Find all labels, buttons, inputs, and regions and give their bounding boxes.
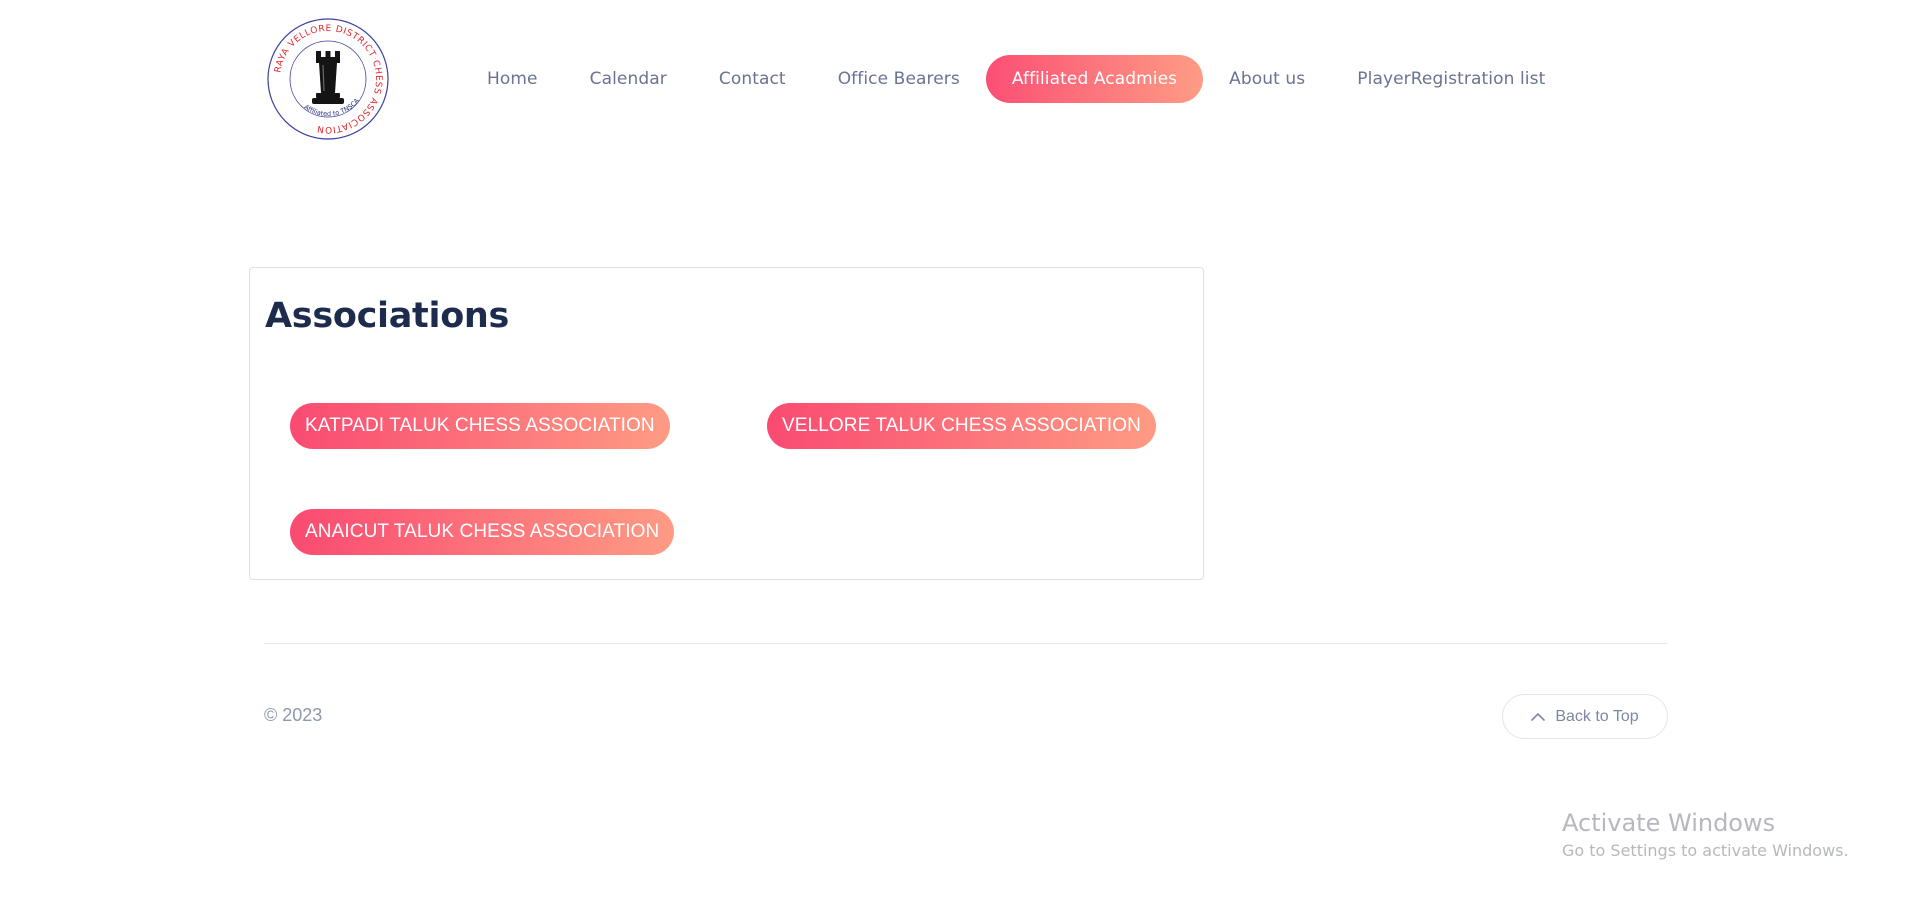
- nav-contact[interactable]: Contact: [693, 55, 812, 103]
- nav-affiliated-academies[interactable]: Affiliated Acadmies: [985, 55, 1204, 103]
- associations-card: Associations KATPADI TALUK CHESS ASSOCIA…: [249, 267, 1204, 580]
- katpadi-association-button[interactable]: KATPADI TALUK CHESS ASSOCIATION: [290, 403, 670, 449]
- nav-home[interactable]: Home: [461, 55, 564, 103]
- watermark-subtitle: Go to Settings to activate Windows.: [1562, 841, 1849, 860]
- nav-calendar[interactable]: Calendar: [564, 55, 693, 103]
- footer-divider: [264, 643, 1668, 644]
- site-logo[interactable]: RAYA VELLORE DISTRICT CHESS ASSOCIATION …: [266, 17, 390, 141]
- nav-player-registration-list[interactable]: PlayerRegistration list: [1331, 55, 1571, 103]
- chevron-up-icon: [1531, 712, 1546, 722]
- anaicut-association-button[interactable]: ANAICUT TALUK CHESS ASSOCIATION: [290, 509, 675, 555]
- nav-office-bearers[interactable]: Office Bearers: [812, 55, 986, 103]
- back-to-top-button[interactable]: Back to Top: [1502, 694, 1668, 739]
- vellore-association-button[interactable]: VELLORE TALUK CHESS ASSOCIATION: [767, 403, 1156, 449]
- windows-activation-watermark: Activate Windows Go to Settings to activ…: [1562, 808, 1849, 862]
- chess-association-seal: RAYA VELLORE DISTRICT CHESS ASSOCIATION …: [267, 18, 389, 140]
- watermark-title: Activate Windows: [1562, 809, 1776, 837]
- back-to-top-label: Back to Top: [1555, 707, 1639, 725]
- page-title: Associations: [265, 296, 510, 336]
- main-nav: Home Calendar Contact Office Bearers Aff…: [461, 55, 1571, 103]
- nav-about-us[interactable]: About us: [1203, 55, 1331, 103]
- copyright-text: © 2023: [264, 705, 323, 725]
